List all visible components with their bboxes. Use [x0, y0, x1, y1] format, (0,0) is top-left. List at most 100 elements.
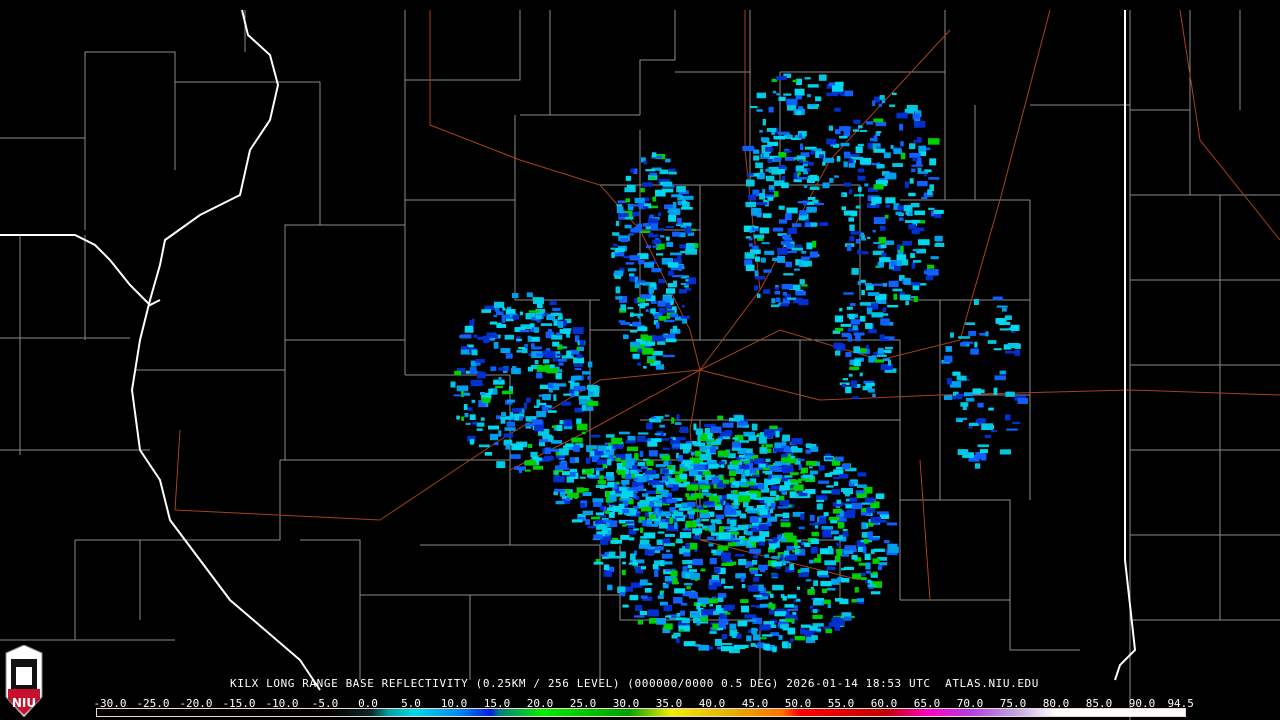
echo-cell — [764, 250, 775, 255]
echo-cell — [672, 578, 678, 585]
echo-cell — [708, 543, 714, 547]
echo-cell — [479, 391, 486, 396]
echo-cell — [717, 627, 724, 631]
echo-cell — [825, 628, 833, 634]
echo-cell — [638, 259, 645, 265]
echo-cell — [698, 644, 710, 651]
echo-cell — [693, 465, 705, 470]
echo-cell — [681, 304, 685, 308]
echo-cell — [977, 444, 989, 448]
echo-cell — [990, 430, 997, 433]
echo-cell — [775, 284, 779, 288]
echo-cell — [853, 332, 865, 336]
echo-cell — [848, 189, 852, 195]
echo-cell — [848, 373, 853, 377]
echo-cell — [679, 628, 684, 632]
echo-cell — [569, 457, 576, 464]
echo-cell — [625, 521, 634, 524]
echo-cell — [870, 516, 882, 523]
echo-cell — [552, 307, 561, 312]
echo-cell — [749, 229, 753, 233]
echo-cell — [789, 563, 794, 571]
echo-cell — [774, 191, 779, 198]
echo-cell — [876, 164, 885, 169]
echo-cell — [737, 620, 748, 627]
echo-cell — [992, 296, 1003, 301]
echo-cell — [503, 433, 514, 438]
echo-cell — [805, 460, 817, 466]
echo-cell — [597, 459, 607, 465]
echo-cell — [524, 343, 528, 348]
echo-cell — [762, 289, 771, 295]
echo-cell — [553, 394, 557, 401]
echo-cell — [749, 105, 758, 109]
echo-cell — [780, 519, 790, 522]
echo-cell — [496, 415, 501, 420]
echo-cell — [742, 145, 754, 152]
echo-cell — [864, 497, 875, 503]
echo-cell — [965, 322, 975, 325]
echo-cell — [765, 444, 773, 448]
echo-cell — [905, 300, 910, 306]
echo-cell — [648, 450, 658, 457]
echo-cell — [744, 252, 755, 259]
echo-cell — [726, 518, 731, 524]
echo-cell — [755, 276, 766, 280]
echo-cell — [500, 417, 506, 424]
echo-cell — [639, 299, 645, 302]
echo-cell — [849, 497, 858, 502]
echo-cell — [566, 350, 572, 358]
echo-cell — [846, 509, 856, 515]
echo-cell — [911, 168, 916, 173]
echo-cell — [878, 562, 888, 566]
echo-cell — [824, 560, 837, 566]
echo-cell — [657, 531, 665, 534]
echo-cell — [762, 118, 766, 126]
echo-cell — [612, 444, 624, 449]
echo-cell — [777, 506, 790, 509]
echo-cell — [904, 181, 909, 189]
echo-cell — [883, 540, 890, 544]
echo-cell — [702, 492, 711, 496]
echo-cell — [776, 93, 780, 96]
echo-cell — [1017, 398, 1028, 404]
echo-cell — [874, 359, 884, 363]
echo-cell — [912, 285, 920, 291]
echo-cell — [701, 518, 709, 522]
echo-cell — [1014, 349, 1020, 356]
echo-cell — [683, 583, 693, 586]
echo-cell — [665, 226, 675, 229]
echo-cell — [786, 207, 798, 214]
echo-cell — [581, 431, 586, 435]
echo-cell — [798, 299, 809, 306]
echo-cell — [586, 400, 599, 406]
echo-cell — [704, 428, 711, 434]
echo-cell — [549, 301, 557, 306]
echo-cell — [844, 545, 857, 551]
echo-cell — [812, 199, 819, 204]
echo-cell — [464, 325, 474, 333]
echo-cell — [620, 322, 631, 325]
echo-cell — [759, 499, 765, 504]
echo-cell — [770, 485, 782, 490]
echo-cell — [739, 464, 749, 469]
echo-cell — [662, 354, 675, 358]
echo-cell — [611, 252, 615, 258]
echo-cell — [751, 209, 760, 216]
echo-cell — [699, 453, 712, 461]
echo-cell — [786, 458, 797, 464]
echo-cell — [760, 168, 764, 174]
echo-cell — [993, 348, 1002, 351]
echo-cell — [686, 496, 697, 501]
echo-cell — [683, 449, 691, 453]
echo-cell — [710, 519, 722, 523]
echo-cell — [509, 412, 514, 418]
echo-cell — [535, 315, 542, 320]
echo-cell — [763, 150, 770, 158]
echo-cell — [772, 537, 778, 543]
echo-cell — [927, 138, 940, 145]
echo-cell — [483, 335, 490, 343]
echo-cell — [621, 569, 626, 576]
echo-cell — [760, 257, 766, 263]
echo-cell — [853, 194, 865, 197]
